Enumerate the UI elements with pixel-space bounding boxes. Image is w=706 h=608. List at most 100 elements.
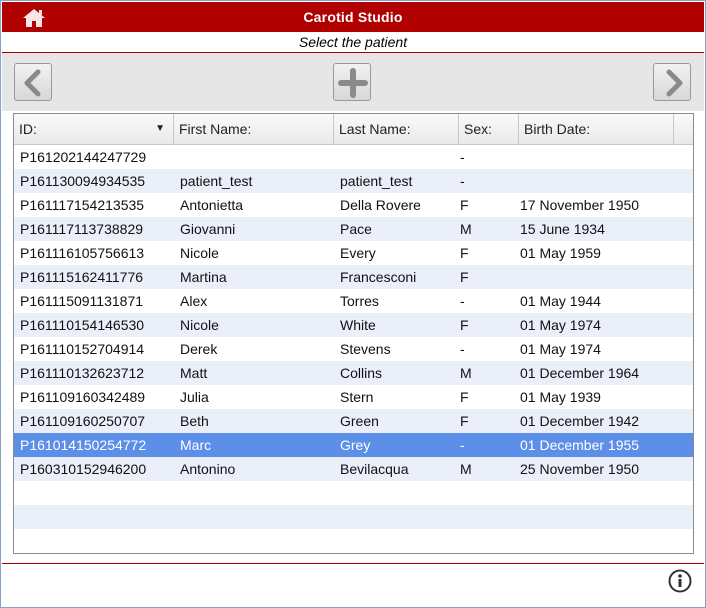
column-header-filler: [674, 114, 693, 144]
table-row[interactable]: [14, 505, 693, 529]
cell-id: [20, 481, 170, 505]
column-header-sex[interactable]: Sex:: [459, 114, 519, 144]
plus-icon: [338, 68, 368, 98]
cell-last-name: Grey: [340, 437, 371, 453]
cell-first-name: Marc: [180, 437, 212, 453]
footer-divider: [2, 563, 704, 564]
cell-id: P161130094934535: [20, 173, 146, 189]
cell-first-name: [180, 529, 330, 553]
previous-button[interactable]: [14, 63, 52, 101]
patient-table[interactable]: ID: ▼ First Name: Last Name: Sex: Birth …: [13, 113, 694, 554]
cell-id: P161116105756613: [20, 245, 145, 261]
table-row[interactable]: P161109160250707 Beth Green F 01 December 19…: [14, 409, 693, 433]
cell-birth-date: 15 June 1934: [520, 221, 605, 237]
cell-id: P161110154146530: [20, 317, 145, 333]
table-row[interactable]: [14, 481, 693, 505]
cell-last-name: Torres: [340, 293, 379, 309]
cell-id: P161117154213535: [20, 197, 145, 213]
cell-last-name: White: [340, 317, 376, 333]
column-header-last-name[interactable]: Last Name:: [334, 114, 459, 144]
table-body: P161202144247729 - P161130094934535 patient…: [14, 145, 693, 553]
cell-first-name: [180, 145, 330, 169]
cell-id: P161109160342489: [20, 389, 146, 405]
cell-id: P161110152704914: [20, 341, 145, 357]
cell-last-name: Della Rovere: [340, 197, 421, 213]
table-row[interactable]: P161117113738829 Giovanni Pace M 15 June 193…: [14, 217, 693, 241]
table-row[interactable]: P160310152946200 Antonino Bevilacqua M 25 No…: [14, 457, 693, 481]
column-header-birth-date[interactable]: Birth Date:: [519, 114, 674, 144]
cell-id: P160310152946200: [20, 461, 147, 477]
cell-last-name: [340, 505, 460, 529]
table-row[interactable]: P161109160342489 Julia Stern F 01 May 1939: [14, 385, 693, 409]
cell-birth-date: 17 November 1950: [520, 197, 640, 213]
table-row[interactable]: P161110154146530 Nicole White F 01 May 1974: [14, 313, 693, 337]
table-header: ID: ▼ First Name: Last Name: Sex: Birth …: [14, 114, 693, 145]
cell-first-name: Julia: [180, 389, 209, 405]
cell-first-name: Antonino: [180, 461, 236, 477]
cell-birth-date: 01 May 1974: [520, 317, 601, 333]
table-row[interactable]: P161115091131871 Alex Torres - 01 May 1944: [14, 289, 693, 313]
cell-first-name: Nicole: [180, 317, 219, 333]
table-row[interactable]: P161130094934535 patient_test patient_test…: [14, 169, 693, 193]
cell-id: P161115091131871: [20, 293, 144, 309]
cell-first-name: Matt: [180, 365, 208, 381]
cell-id: P161202144247729: [20, 149, 147, 165]
cell-first-name: Giovanni: [180, 221, 236, 237]
cell-last-name: Collins: [340, 365, 383, 381]
cell-sex: M: [460, 365, 472, 381]
table-row[interactable]: P161115162411776 Martina Francesconi F: [14, 265, 693, 289]
cell-sex: F: [460, 413, 469, 429]
cell-id: P161014150254772: [20, 437, 147, 453]
cell-first-name: Derek: [180, 341, 218, 357]
cell-birth-date: 01 May 1974: [520, 341, 601, 357]
next-button[interactable]: [653, 63, 691, 101]
table-row-selected[interactable]: P161014150254772 Marc Grey - 01 December 195…: [14, 433, 693, 457]
cell-birth-date: 01 May 1944: [520, 293, 601, 309]
cell-id: P161109160250707: [20, 413, 146, 429]
cell-birth-date: 25 November 1950: [520, 461, 640, 477]
cell-id: P161115162411776: [20, 269, 144, 285]
table-row[interactable]: P161117154213535 Antonietta Della Rovere F 1…: [14, 193, 693, 217]
cell-sex: -: [460, 437, 465, 453]
cell-last-name: [340, 145, 460, 169]
cell-birth-date: [520, 145, 690, 169]
cell-first-name: Nicole: [180, 245, 219, 261]
column-header-first-name[interactable]: First Name:: [174, 114, 334, 144]
column-header-id[interactable]: ID: ▼: [14, 114, 174, 144]
title-bar: Carotid Studio: [2, 2, 704, 32]
cell-first-name: Beth: [180, 413, 209, 429]
table-row[interactable]: P161202144247729 -: [14, 145, 693, 169]
cell-last-name: Stern: [340, 389, 374, 405]
cell-first-name: Martina: [180, 269, 227, 285]
cell-last-name: [340, 481, 460, 505]
chevron-left-icon: [24, 69, 41, 97]
table-row[interactable]: P161116105756613 Nicole Every F 01 May 1959: [14, 241, 693, 265]
cell-sex: M: [460, 221, 472, 237]
cell-last-name: patient_test: [340, 173, 413, 189]
sort-descending-icon[interactable]: ▼: [155, 114, 165, 144]
add-patient-button[interactable]: [333, 63, 371, 101]
cell-sex: [460, 505, 510, 529]
cell-last-name: Pace: [340, 221, 372, 237]
cell-last-name: Every: [340, 245, 376, 261]
cell-id: [20, 529, 170, 553]
cell-sex: -: [460, 293, 465, 309]
toolbar: [2, 53, 704, 111]
cell-id: [20, 505, 170, 529]
table-row[interactable]: P161110132623712 Matt Collins M 01 December …: [14, 361, 693, 385]
cell-sex: F: [460, 245, 469, 261]
cell-first-name: Antonietta: [180, 197, 244, 213]
cell-birth-date: [520, 529, 690, 553]
page-subtitle: Select the patient: [2, 33, 704, 53]
cell-last-name: Green: [340, 413, 379, 429]
info-icon[interactable]: [668, 569, 692, 593]
cell-last-name: [340, 529, 460, 553]
table-row[interactable]: [14, 529, 693, 553]
cell-birth-date: 01 December 1964: [520, 365, 640, 381]
cell-birth-date: 01 December 1942: [520, 413, 640, 429]
cell-first-name: [180, 505, 330, 529]
cell-sex: -: [460, 173, 465, 189]
cell-sex: F: [460, 197, 469, 213]
cell-birth-date: 01 May 1959: [520, 245, 601, 261]
table-row[interactable]: P161110152704914 Derek Stevens - 01 May 1974: [14, 337, 693, 361]
